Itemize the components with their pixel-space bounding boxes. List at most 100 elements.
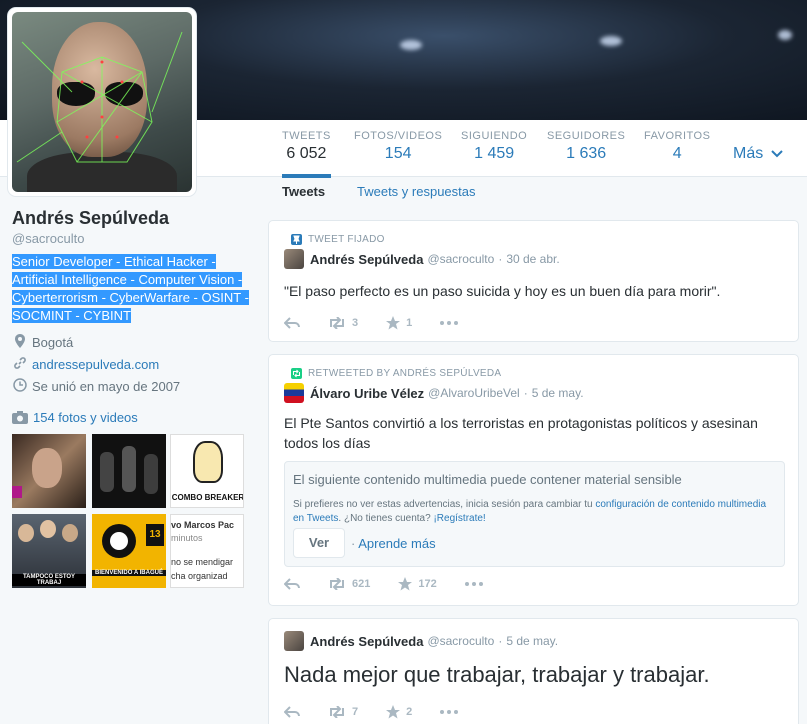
author-handle[interactable]: @sacroculto [427, 634, 494, 648]
tweet-context: RETWEETED BY ANDRÉS SEPÚLVEDA [291, 368, 501, 379]
retweet-icon [291, 368, 302, 379]
profile-joined: Se unió en mayo de 2007 [12, 378, 180, 395]
reply-icon [284, 706, 300, 718]
profile-handle[interactable]: @sacroculto [12, 231, 84, 246]
stat-photos[interactable]: FOTOS/VIDEOS 154 [354, 130, 442, 163]
stat-followers[interactable]: SEGUIDORES 1 636 [547, 130, 625, 163]
avatar[interactable] [8, 8, 196, 196]
joined-text: Se unió en mayo de 2007 [32, 379, 181, 394]
thumb-text: no se mendigar [171, 557, 234, 567]
star-icon [386, 316, 401, 330]
tweet-context: TWEET FIJADO [291, 234, 385, 245]
stat-value: 1 636 [566, 145, 607, 162]
sensitive-text: Si prefieres no ver estas advertencias, … [293, 499, 596, 510]
author-avatar[interactable] [284, 383, 304, 403]
tab-tweets-replies[interactable]: Tweets y respuestas [357, 184, 476, 199]
star-icon [398, 577, 413, 591]
stat-favorites[interactable]: FAVORITOS 4 [644, 130, 710, 163]
more-icon [464, 582, 483, 586]
tab-tweets[interactable]: Tweets [282, 184, 325, 199]
more-options-button[interactable] [440, 710, 459, 714]
favorite-button[interactable]: 2 [386, 705, 412, 719]
stat-value: 154 [384, 145, 412, 162]
reply-icon [284, 317, 300, 329]
author-handle[interactable]: @AlvaroUribeVel [428, 386, 520, 400]
thumb-caption: COMBO BREAKER [171, 493, 244, 502]
tweet-card[interactable]: RETWEETED BY ANDRÉS SEPÚLVEDA Álvaro Uri… [268, 354, 799, 606]
stat-label: TWEETS [282, 130, 331, 142]
learn-more-link[interactable]: · Aprende más [351, 536, 436, 551]
profile-website: andressepulveda.com [12, 356, 159, 373]
profile-bio: Senior Developer - Ethical Hacker - Arti… [12, 253, 252, 325]
tweet-card[interactable]: TWEET FIJADO Andrés Sepúlveda @sacrocult… [268, 220, 799, 342]
stat-label: SIGUIENDO [461, 130, 528, 142]
more-options-button[interactable] [464, 582, 483, 586]
favorite-button[interactable]: 1 [386, 316, 412, 330]
author-avatar[interactable] [284, 249, 304, 269]
view-button[interactable]: Ver [293, 528, 345, 558]
stat-value: 1 459 [474, 145, 515, 162]
author-avatar[interactable] [284, 631, 304, 651]
more-icon [440, 321, 459, 325]
profile-name: Andrés Sepúlveda [12, 208, 170, 228]
tweet-date[interactable]: 5 de may. [506, 634, 558, 648]
retweet-button[interactable]: 7 [328, 706, 358, 718]
author-name[interactable]: Andrés Sepúlveda [310, 634, 423, 649]
context-label: TWEET FIJADO [308, 234, 385, 245]
banner-light [778, 30, 792, 40]
favorite-count: 1 [406, 317, 413, 329]
more-icon [440, 710, 459, 714]
avatar-image [12, 12, 192, 192]
thumb-number: 13 [146, 524, 164, 546]
sensitive-media-warning: El siguiente contenido multimedia puede … [284, 461, 785, 567]
retweet-count: 7 [352, 706, 359, 718]
bio-line: SOCMINT - CYBINT [12, 308, 131, 323]
signup-link[interactable]: ¡Regístrate! [433, 513, 485, 524]
retweet-count: 3 [352, 317, 359, 329]
tweet-actions: 3 1 [284, 316, 486, 330]
sensitive-title: El siguiente contenido multimedia puede … [293, 472, 682, 487]
photos-link-label: 154 fotos y videos [33, 410, 138, 425]
website-link[interactable]: andressepulveda.com [32, 357, 159, 372]
author-name[interactable]: Álvaro Uribe Vélez [310, 386, 424, 401]
retweet-count: 621 [352, 578, 371, 590]
photo-thumb[interactable]: 13 BIENVENIDO A IBAGUÉ [92, 514, 166, 588]
context-label: RETWEETED BY ANDRÉS SEPÚLVEDA [308, 368, 502, 379]
photo-thumb[interactable] [12, 434, 86, 508]
reply-button[interactable] [284, 578, 300, 590]
thumb-caption: TAMPOCO ESTOY TRABAJ [12, 574, 86, 586]
sensitive-description: Si prefieres no ver estas advertencias, … [293, 498, 773, 526]
more-options-button[interactable] [440, 321, 459, 325]
photos-videos-link[interactable]: 154 fotos y videos [12, 410, 138, 425]
stat-label: FOTOS/VIDEOS [354, 130, 443, 142]
photo-thumb[interactable]: TAMPOCO ESTOY TRABAJ [12, 514, 86, 588]
tweet-date[interactable]: 5 de may. [532, 386, 584, 400]
separator-dot: · [523, 386, 528, 400]
stat-tweets[interactable]: TWEETS 6 052 [282, 130, 331, 178]
retweet-button[interactable]: 621 [328, 578, 370, 590]
tweet-text: "El paso perfecto es un paso suicida y h… [284, 283, 721, 299]
tweet-date[interactable]: 30 de abr. [506, 252, 559, 266]
profile-location: Bogotá [12, 334, 73, 351]
tweet-header: Andrés Sepúlveda @sacroculto · 5 de may. [284, 631, 558, 651]
author-name[interactable]: Andrés Sepúlveda [310, 252, 423, 267]
favorite-button[interactable]: 172 [398, 577, 437, 591]
more-menu-button[interactable]: Más [733, 145, 784, 163]
tweet-card[interactable]: Andrés Sepúlveda @sacroculto · 5 de may.… [268, 618, 799, 724]
thumb-text: cha organizad [171, 571, 228, 581]
stat-value: 6 052 [286, 145, 327, 162]
photo-thumb[interactable]: vo Marcos Pac minutos no se mendigar cha… [170, 514, 244, 588]
chevron-down-icon [770, 150, 783, 158]
author-handle[interactable]: @sacroculto [427, 252, 494, 266]
reply-button[interactable] [284, 706, 300, 718]
stat-following[interactable]: SIGUIENDO 1 459 [461, 130, 527, 163]
favorite-count: 172 [418, 578, 437, 590]
retweet-button[interactable]: 3 [328, 317, 358, 329]
location-text: Bogotá [32, 335, 74, 350]
reply-button[interactable] [284, 317, 300, 329]
photo-thumb[interactable]: COMBO BREAKER [170, 434, 244, 508]
more-label: Más [733, 145, 764, 162]
photo-thumb[interactable] [92, 434, 166, 508]
calendar-icon [12, 378, 28, 395]
tweet-actions: 7 2 [284, 705, 486, 719]
